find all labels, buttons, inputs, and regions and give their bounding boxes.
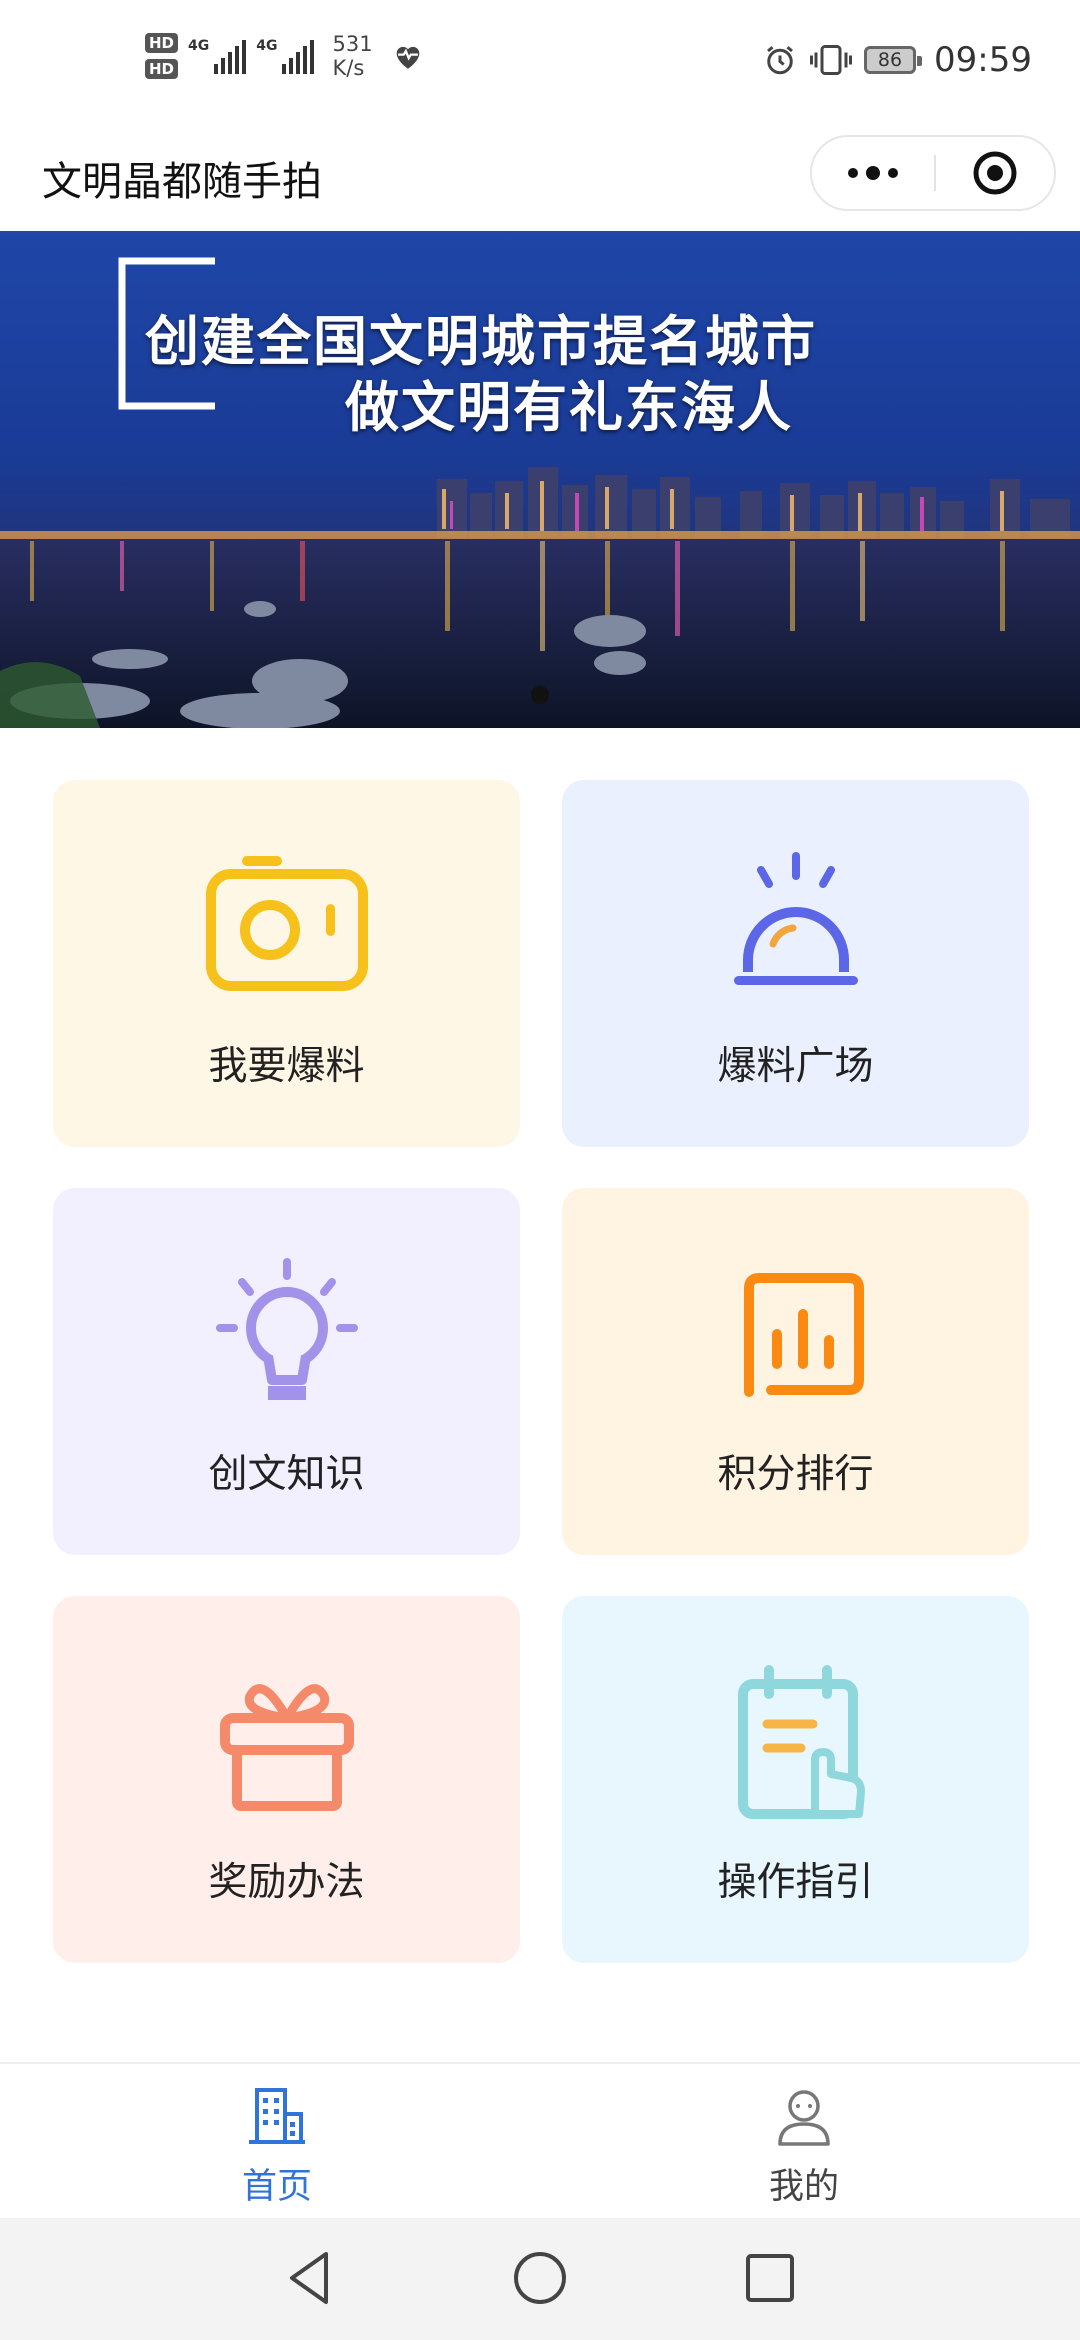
clipboard-touch-icon: [737, 1665, 865, 1819]
bar-chart-icon: [743, 1273, 864, 1397]
mini-program-navbar: 文明晶都随手拍: [0, 135, 1080, 231]
target-circle-icon: [973, 151, 1017, 195]
signal-icon-2: 4G: [256, 38, 315, 74]
status-right: 86 09:59: [762, 40, 1032, 80]
tab-mine-label: 我的: [768, 2167, 839, 2207]
camera-icon: [205, 856, 368, 991]
alarm-light-icon: [733, 852, 858, 985]
battery-icon: 86: [864, 46, 923, 74]
network-speed: 531 K/s: [332, 32, 372, 80]
hd-badge-1: HD: [145, 33, 179, 53]
capsule-menu: [810, 135, 1056, 211]
report-square-card-label: 爆料广场: [717, 1044, 874, 1089]
report-square-card[interactable]: 爆料广场: [562, 780, 1029, 1147]
reward-rules-card[interactable]: 奖励办法: [53, 1596, 520, 1963]
more-dots-icon: [848, 166, 898, 180]
system-navigation-bar: [0, 2218, 1080, 2340]
knowledge-card[interactable]: 创文知识: [53, 1188, 520, 1555]
bottom-tab-bar: 首页 我的: [0, 2062, 1080, 2219]
carousel-dot[interactable]: [531, 686, 549, 704]
alarm-clock-icon: [767, 46, 793, 75]
battery-level: 86: [877, 49, 903, 71]
gift-icon: [219, 1684, 354, 1811]
banner-carousel[interactable]: 创建全国文明城市提名城市 做文明有礼东海人: [0, 231, 1080, 728]
more-button[interactable]: [812, 137, 934, 209]
carousel-indicator: [0, 686, 1080, 704]
back-triangle-icon[interactable]: [280, 2248, 340, 2308]
building-icon: [249, 2088, 305, 2144]
home-circle-icon[interactable]: [510, 2248, 570, 2308]
banner-slogan-line2: 做文明有礼东海人: [345, 375, 793, 439]
lightbulb-icon: [215, 1258, 358, 1400]
signal-icon-1: 4G: [188, 38, 247, 74]
operation-guide-card-label: 操作指引: [717, 1860, 874, 1905]
heart-rate-icon: [396, 46, 419, 69]
tab-home[interactable]: 首页: [177, 2084, 377, 2209]
tab-home-label: 首页: [241, 2167, 312, 2207]
reward-rules-card-label: 奖励办法: [208, 1860, 365, 1905]
close-mini-program-button[interactable]: [936, 137, 1054, 209]
report-card[interactable]: 我要爆料: [53, 780, 520, 1147]
operation-guide-card[interactable]: 操作指引: [562, 1596, 1029, 1963]
network-type-1: 4G: [188, 38, 210, 54]
network-speed-value: 531: [332, 32, 373, 56]
recents-square-icon[interactable]: [740, 2248, 800, 2308]
clock-time: 09:59: [934, 40, 1032, 80]
status-left: HD HD 4G 4G 531 K/s: [145, 32, 425, 80]
network-type-2: 4G: [256, 38, 278, 54]
vibrate-icon: [810, 45, 853, 75]
status-bar: HD HD 4G 4G 531 K/s 86 09:59: [0, 0, 1080, 135]
hd-badges: HD HD: [145, 33, 179, 79]
page-title: 文明晶都随手拍: [42, 159, 322, 205]
points-ranking-card-label: 积分排行: [717, 1452, 874, 1497]
points-ranking-card[interactable]: 积分排行: [562, 1188, 1029, 1555]
network-speed-unit: K/s: [332, 56, 365, 80]
knowledge-card-label: 创文知识: [208, 1452, 365, 1497]
tab-mine[interactable]: 我的: [704, 2084, 904, 2209]
user-icon: [778, 2090, 830, 2146]
report-card-label: 我要爆料: [208, 1044, 365, 1089]
hd-badge-2: HD: [145, 59, 179, 79]
